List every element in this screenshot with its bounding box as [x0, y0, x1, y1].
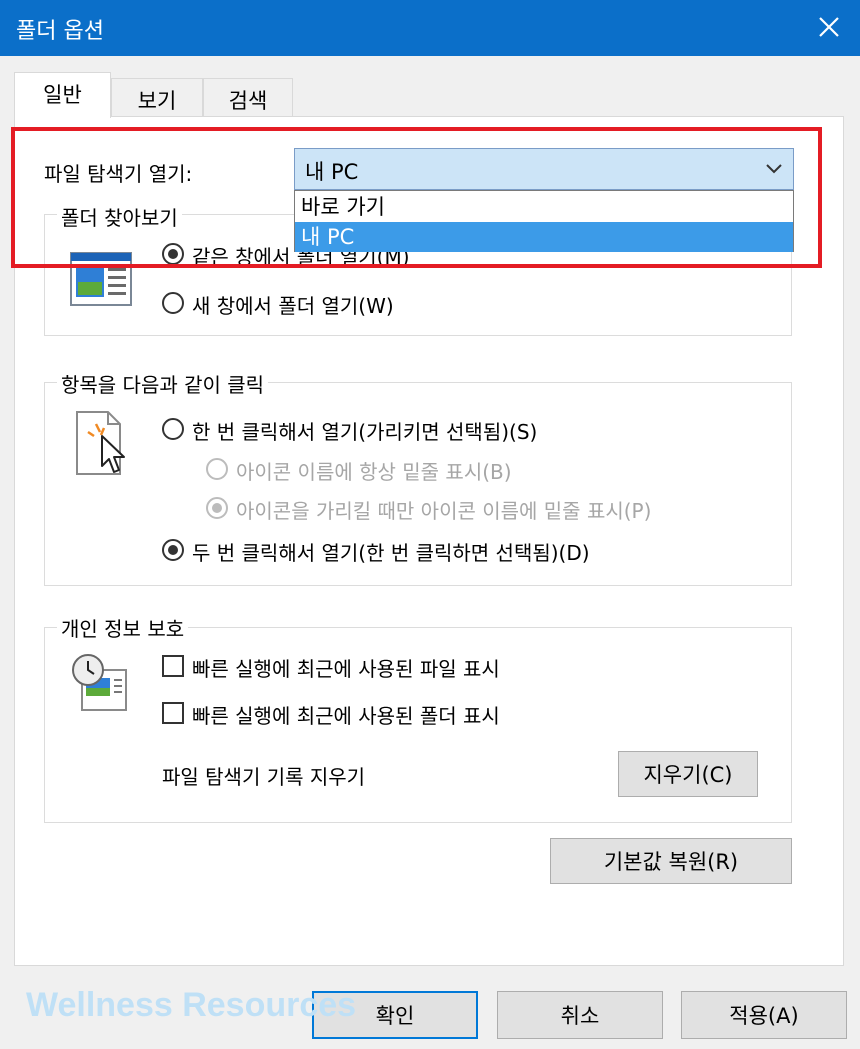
- radio-double-click[interactable]: [162, 539, 184, 561]
- underline-always-label: 아이콘 이름에 항상 밑줄 표시(B): [236, 460, 512, 484]
- recent-folders-label: 빠른 실행에 최근에 사용된 폴더 표시: [192, 704, 500, 728]
- checkbox-recent-files[interactable]: [162, 655, 184, 677]
- apply-button[interactable]: 적용(A): [681, 991, 847, 1039]
- radio-underline-always[interactable]: [206, 458, 228, 480]
- radio-underline-hover[interactable]: [206, 497, 228, 519]
- tab-search-label: 검색: [228, 89, 268, 113]
- recent-files-label: 빠른 실행에 최근에 사용된 파일 표시: [192, 657, 500, 681]
- restore-defaults-button[interactable]: 기본값 복원(R): [550, 838, 792, 884]
- window-title: 폴더 옵션: [16, 19, 104, 44]
- new-window-label: 새 창에서 폴더 열기(W): [192, 294, 394, 318]
- double-click-label: 두 번 클릭해서 열기(한 번 클릭하면 선택됨)(D): [192, 541, 590, 565]
- tab-general-label: 일반: [43, 83, 82, 107]
- radio-single-click[interactable]: [162, 418, 184, 440]
- tab-general[interactable]: 일반: [14, 72, 111, 118]
- checkbox-recent-folders[interactable]: [162, 702, 184, 724]
- cancel-button[interactable]: 취소: [497, 991, 663, 1039]
- clock-document-icon: [72, 654, 127, 711]
- tab-view[interactable]: 보기: [111, 78, 203, 116]
- tab-search[interactable]: 검색: [203, 78, 293, 116]
- watermark-text: Wellness Resources: [26, 986, 357, 1024]
- pointer-click-icon: [76, 411, 125, 475]
- tab-view-label: 보기: [137, 89, 177, 113]
- title-bar: 폴더 옵션: [0, 0, 860, 56]
- radio-new-window[interactable]: [162, 292, 184, 314]
- clear-history-label: 파일 탐색기 기록 지우기: [162, 765, 366, 789]
- underline-hover-label: 아이콘을 가리킬 때만 아이콘 이름에 밑줄 표시(P): [236, 499, 652, 523]
- highlight-box: [11, 127, 822, 268]
- click-items-title: 항목을 다음과 같이 클릭: [57, 369, 269, 398]
- close-button[interactable]: [796, 0, 860, 56]
- single-click-label: 한 번 클릭해서 열기(가리키면 선택됨)(S): [192, 420, 538, 444]
- clear-history-button[interactable]: 지우기(C): [618, 751, 758, 797]
- privacy-title: 개인 정보 보호: [57, 613, 189, 642]
- close-icon: [819, 17, 839, 37]
